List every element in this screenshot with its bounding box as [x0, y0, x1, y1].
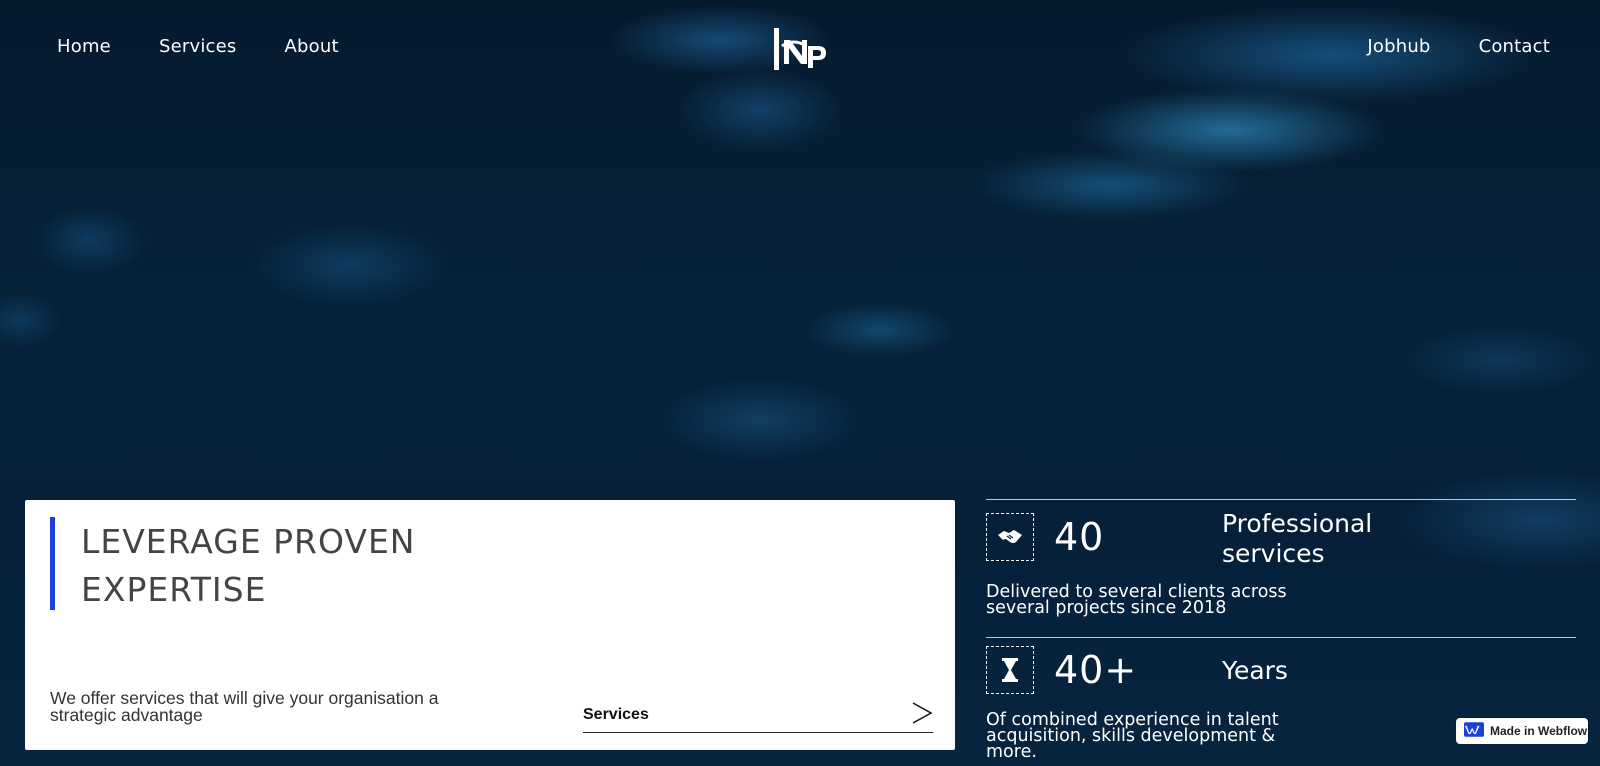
handshake-icon — [986, 513, 1034, 561]
services-cta-link[interactable]: Services — [583, 698, 933, 733]
nav-about-link[interactable]: About — [284, 36, 338, 57]
nav-right: Jobhub Contact — [1367, 36, 1550, 57]
hero-title: LEVERAGE PROVEN EXPERTISE — [81, 522, 416, 609]
stat-professional-desc: Delivered to several clients across seve… — [986, 582, 1287, 618]
hourglass-icon — [986, 646, 1034, 694]
knp-logo-icon[interactable] — [772, 26, 832, 72]
nav-home-link[interactable]: Home — [57, 36, 111, 57]
stat-professional-number: 40 — [1054, 515, 1105, 559]
made-in-webflow-badge[interactable]: Made in Webflow — [1456, 718, 1588, 744]
hero-accent-bar — [50, 517, 55, 610]
stat-years-label: Years — [1222, 656, 1288, 685]
arrow-right-icon — [911, 702, 933, 728]
services-cta-label: Services — [583, 706, 649, 723]
stat-years-number: 40+ — [1054, 648, 1138, 692]
hero-card: LEVERAGE PROVEN EXPERTISE We offer servi… — [25, 500, 955, 750]
nav-contact-link[interactable]: Contact — [1479, 36, 1550, 57]
stat-years-desc: Of combined experience in talent acquisi… — [986, 710, 1279, 762]
stat-professional-label: Professional services — [1222, 509, 1373, 568]
nav-services-link[interactable]: Services — [159, 36, 237, 57]
nav-jobhub-link[interactable]: Jobhub — [1367, 36, 1430, 57]
stat-divider — [986, 637, 1576, 638]
webflow-badge-label: Made in Webflow — [1490, 724, 1588, 738]
webflow-icon — [1464, 721, 1484, 741]
nav-left: Home Services About — [57, 36, 339, 57]
stat-divider — [986, 499, 1576, 500]
hero-description: We offer services that will give your or… — [50, 688, 439, 725]
